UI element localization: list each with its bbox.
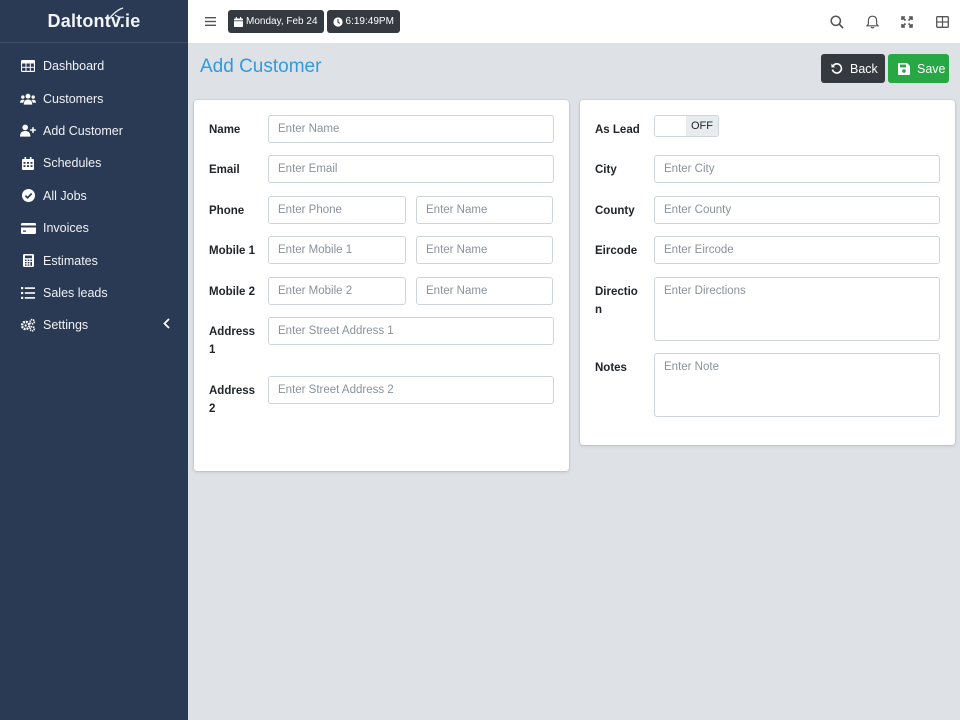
calculator-icon (20, 253, 36, 269)
sidebar-item-add-customer[interactable]: Add Customer (0, 115, 188, 147)
city-input[interactable] (654, 155, 940, 183)
sidebar-item-sales-leads[interactable]: Sales leads (0, 277, 188, 309)
sidebar-item-schedules[interactable]: Schedules (0, 147, 188, 179)
sidebar-item-label: Customers (43, 91, 104, 106)
sidebar-nav: Dashboard Customers Add Customer Schedul… (0, 43, 188, 342)
brand-name: Daltontv.ie (47, 10, 141, 31)
directions-label-line2: n (595, 304, 603, 316)
brand-logo[interactable]: Daltontv.ie (0, 0, 188, 43)
sidebar-item-label: Add Customer (43, 123, 123, 138)
email-label: Email (209, 164, 240, 176)
sidebar-item-label: Settings (43, 318, 89, 333)
address2-label: Address 2 (209, 382, 255, 418)
address2-label-line1: Address (209, 385, 256, 397)
menu-icon[interactable] (205, 16, 217, 28)
sidebar-item-label: Dashboard (43, 59, 105, 74)
calendar-icon (20, 155, 36, 171)
phone-input[interactable] (268, 196, 406, 224)
mobile2-input[interactable] (268, 277, 406, 305)
address1-label-line1: Address (209, 326, 256, 338)
bell-icon[interactable] (865, 15, 879, 29)
sidebar: Daltontv.ie Dashboard Customers Add Cust… (0, 0, 188, 720)
county-label: County (595, 205, 635, 217)
cogs-icon (20, 317, 36, 333)
chevron-left-icon[interactable] (163, 318, 170, 329)
address2-input[interactable] (268, 376, 554, 404)
page-title: Add Customer (200, 56, 322, 77)
sidebar-item-label: All Jobs (43, 188, 87, 203)
address2-label-line2: 2 (209, 403, 216, 415)
sidebar-item-label: Invoices (43, 221, 89, 236)
sidebar-item-label: Estimates (43, 253, 98, 268)
sidebar-item-settings[interactable]: Settings (0, 309, 188, 341)
mobile1-input[interactable] (268, 236, 406, 264)
users-icon (20, 91, 36, 107)
address1-label-line2: 1 (209, 344, 216, 356)
save-button-label: Save (917, 61, 946, 76)
phone-label: Phone (209, 205, 245, 217)
sidebar-item-all-jobs[interactable]: All Jobs (0, 180, 188, 212)
antenna-swoosh-icon (107, 7, 125, 21)
sidebar-item-invoices[interactable]: Invoices (0, 212, 188, 244)
mobile1-label: Mobile 1 (209, 245, 256, 257)
name-label: Name (209, 124, 241, 136)
location-details-card: As Lead OFF City County Eircode Directio… (580, 100, 955, 445)
address1-label: Address 1 (209, 323, 255, 359)
search-icon[interactable] (830, 14, 844, 29)
sidebar-item-customers[interactable]: Customers (0, 82, 188, 114)
email-input[interactable] (268, 155, 554, 183)
credit-card-icon (20, 220, 36, 236)
clock-icon (332, 16, 343, 27)
as-lead-toggle[interactable]: OFF (654, 115, 719, 137)
directions-textarea[interactable] (654, 277, 940, 341)
address1-input[interactable] (268, 317, 554, 345)
eircode-input[interactable] (654, 236, 940, 264)
save-button[interactable]: Save (888, 54, 949, 83)
toggle-knob (655, 116, 687, 136)
name-input[interactable] (268, 115, 554, 143)
as-lead-label: As Lead (595, 124, 640, 136)
directions-label-line1: Directio (595, 286, 638, 298)
undo-icon (831, 62, 843, 74)
back-button-label: Back (850, 61, 878, 76)
mobile2-name-input[interactable] (416, 277, 553, 305)
date-text: Monday, Feb 24 (246, 16, 318, 27)
mobile2-label: Mobile 2 (209, 286, 256, 298)
topbar-actions (809, 0, 949, 43)
calendar-icon (234, 16, 243, 27)
floppy-disk-icon (898, 62, 910, 75)
phone-name-input[interactable] (416, 196, 553, 224)
directions-label: Directio n (595, 283, 638, 319)
date-badge: Monday, Feb 24 (228, 10, 324, 33)
time-text: 6:19:49PM (345, 16, 394, 27)
grid-icon[interactable] (935, 15, 949, 29)
sidebar-item-label: Schedules (43, 156, 102, 171)
notes-label: Notes (595, 362, 627, 374)
mobile1-name-input[interactable] (416, 236, 553, 264)
table-icon (20, 58, 36, 74)
sidebar-item-estimates[interactable]: Estimates (0, 244, 188, 276)
user-plus-icon (20, 123, 36, 139)
fullscreen-icon[interactable] (900, 15, 914, 29)
time-badge: 6:19:49PM (326, 10, 400, 33)
customer-details-card: Name Email Phone Mobile 1 Mobile 2 Addre… (194, 100, 569, 471)
sidebar-item-label: Sales leads (43, 285, 108, 300)
topbar: Monday, Feb 24 6:19:49PM (188, 0, 960, 43)
list-icon (20, 285, 36, 301)
city-label: City (595, 164, 617, 176)
back-button[interactable]: Back (821, 54, 885, 83)
eircode-label: Eircode (595, 245, 638, 257)
county-input[interactable] (654, 196, 940, 224)
sidebar-item-dashboard[interactable]: Dashboard (0, 50, 188, 82)
notes-textarea[interactable] (654, 353, 940, 417)
check-circle-icon (20, 188, 36, 204)
toggle-state: OFF (686, 116, 718, 136)
